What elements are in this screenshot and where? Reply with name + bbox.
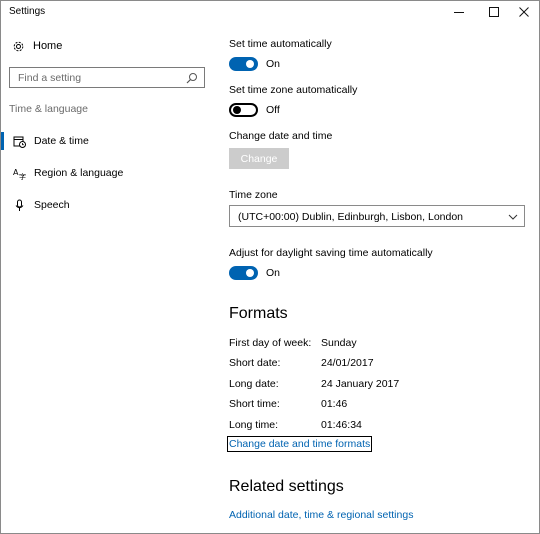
sidebar-item-label: Date & time (34, 135, 89, 147)
toggle-switch[interactable] (229, 266, 258, 280)
title-bar[interactable]: Settings (1, 1, 539, 23)
set-tz-auto-toggle[interactable]: Off (229, 103, 280, 117)
change-date-time-label: Change date and time (229, 130, 333, 142)
sidebar-item-home[interactable]: Home (11, 38, 62, 54)
search-icon (186, 73, 197, 84)
close-button[interactable] (508, 1, 540, 23)
sidebar-item-label: Home (33, 40, 63, 52)
sidebar-item-label: Region & language (34, 167, 124, 179)
gear-icon (11, 39, 25, 53)
format-value: 24 January 2017 (321, 378, 400, 390)
main-content: Set time automatically On Set time zone … (227, 23, 529, 533)
toggle-state: On (266, 58, 281, 70)
format-value: Sunday (321, 337, 357, 349)
sidebar-item-speech[interactable]: Speech (1, 195, 213, 215)
format-label: Short time: (229, 398, 280, 410)
search-input[interactable]: Find a setting (9, 67, 205, 88)
search-placeholder: Find a setting (18, 72, 82, 84)
sidebar: Home Find a setting Time & language Date… (1, 23, 213, 533)
format-value: 01:46:34 (321, 419, 362, 431)
toggle-state: On (266, 267, 281, 279)
time-zone-label: Time zone (229, 189, 278, 201)
time-zone-value: (UTC+00:00) Dublin, Edinburgh, Lisbon, L… (238, 211, 464, 223)
maximize-icon (489, 7, 499, 17)
toggle-switch[interactable] (229, 103, 258, 117)
window-title: Settings (9, 6, 46, 17)
sidebar-item-region-language[interactable]: A 字 Region & language (1, 163, 213, 183)
format-value: 01:46 (321, 398, 348, 410)
sidebar-item-label: Speech (34, 199, 70, 211)
change-formats-link[interactable]: Change date and time formats (227, 436, 373, 452)
formats-heading: Formats (229, 305, 288, 322)
set-tz-auto-label: Set time zone automatically (229, 84, 358, 96)
region-language-icon: A 字 (12, 166, 26, 180)
maximize-button[interactable] (478, 1, 510, 23)
minimize-icon (454, 12, 464, 13)
change-button[interactable]: Change (229, 148, 289, 169)
related-settings-heading: Related settings (229, 478, 344, 495)
toggle-state: Off (266, 104, 280, 116)
sidebar-item-date-time[interactable]: Date & time (1, 131, 213, 151)
section-heading: Time & language (9, 103, 88, 115)
calendar-clock-icon (12, 134, 26, 148)
settings-window: Settings Home Find a setting Time & lang… (0, 0, 540, 534)
dst-toggle[interactable]: On (229, 266, 280, 280)
svg-text:字: 字 (19, 172, 26, 180)
dst-label: Adjust for daylight saving time automati… (229, 247, 433, 259)
format-label: Long date: (229, 378, 279, 390)
toggle-switch[interactable] (229, 57, 258, 71)
format-label: First day of week: (229, 337, 312, 349)
set-time-auto-toggle[interactable]: On (229, 57, 280, 71)
close-icon (519, 7, 529, 17)
additional-settings-link[interactable]: Additional date, time & regional setting… (229, 509, 413, 521)
format-label: Short date: (229, 357, 281, 369)
minimize-button[interactable] (443, 1, 475, 23)
set-time-auto-label: Set time automatically (229, 38, 332, 50)
chevron-down-icon (508, 214, 518, 220)
time-zone-dropdown[interactable]: (UTC+00:00) Dublin, Edinburgh, Lisbon, L… (229, 205, 525, 227)
format-label: Long time: (229, 419, 279, 431)
format-value: 24/01/2017 (321, 357, 374, 369)
microphone-icon (12, 198, 26, 212)
